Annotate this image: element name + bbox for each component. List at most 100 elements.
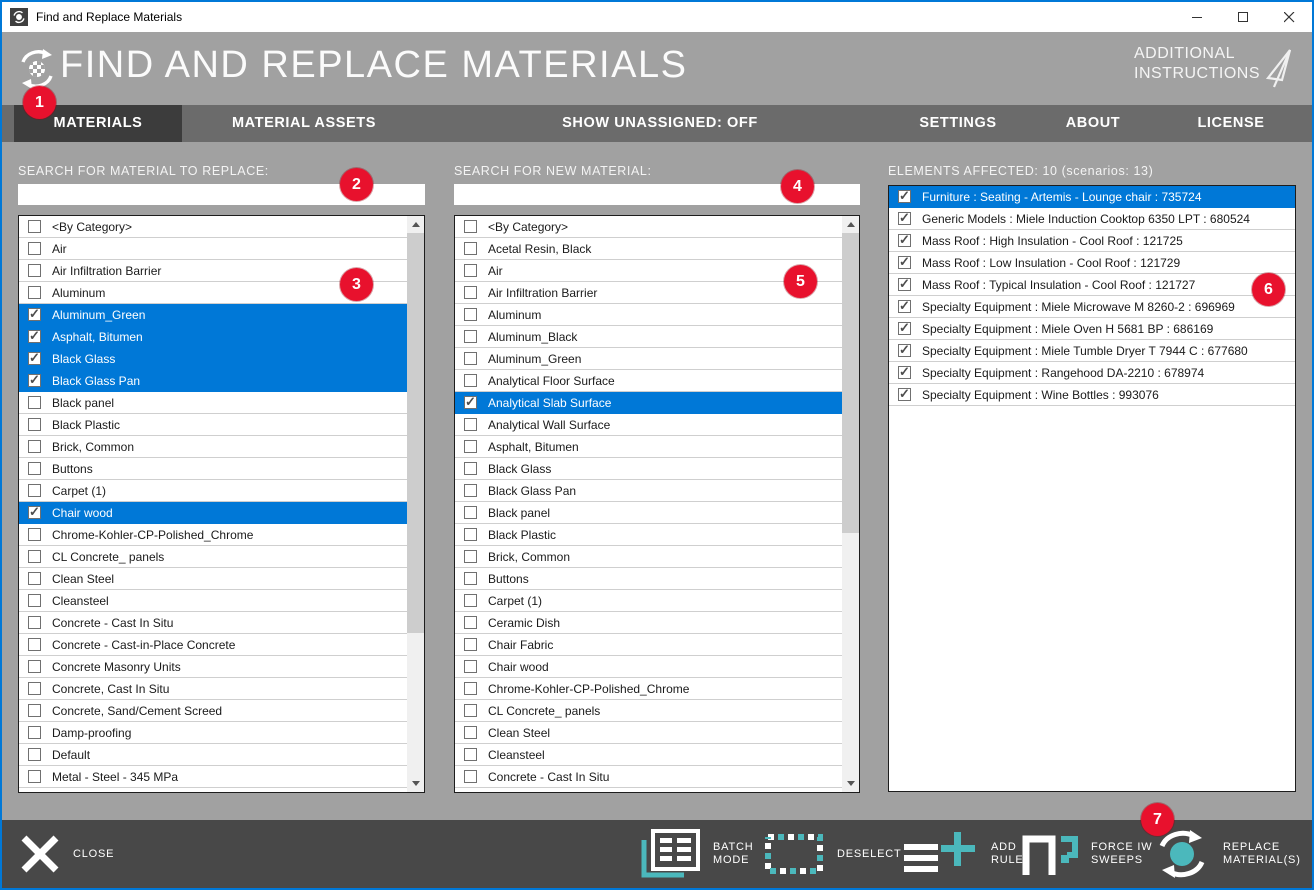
tab-license[interactable]: LICENSE (1160, 105, 1302, 142)
list-item[interactable]: Black Glass (455, 458, 842, 480)
checkbox-unchecked[interactable] (464, 594, 477, 607)
list-item[interactable]: Aluminum_Black (455, 326, 842, 348)
list-item[interactable]: Concrete Masonry Units (19, 656, 407, 678)
batch-mode-button[interactable]: BATCH MODE (638, 828, 753, 880)
close-button[interactable]: CLOSE (20, 834, 114, 874)
checkbox-unchecked[interactable] (464, 440, 477, 453)
list-item[interactable]: Mass Roof : Typical Insulation - Cool Ro… (889, 274, 1295, 296)
checkbox-unchecked[interactable] (464, 660, 477, 673)
tab-material-assets[interactable]: MATERIAL ASSETS (209, 105, 399, 142)
checkbox-checked[interactable] (898, 234, 911, 247)
scroll-up-button[interactable] (842, 216, 859, 233)
checkbox-unchecked[interactable] (464, 374, 477, 387)
list-item[interactable]: Metal - Steel - 345 MPa (19, 766, 407, 788)
list-item[interactable]: Analytical Wall Surface (455, 414, 842, 436)
list-item[interactable]: Brick, Common (19, 436, 407, 458)
add-rule-button[interactable]: ADD RULE (902, 830, 1024, 878)
checkbox-unchecked[interactable] (464, 484, 477, 497)
scrollbar-thumb[interactable] (842, 233, 859, 533)
tab-show-unassigned[interactable]: SHOW UNASSIGNED: OFF (507, 105, 813, 142)
list-item[interactable]: Aluminum_Green (455, 348, 842, 370)
checkbox-unchecked[interactable] (28, 594, 41, 607)
list-item[interactable]: <By Category> (455, 216, 842, 238)
checkbox-unchecked[interactable] (28, 550, 41, 563)
checkbox-checked[interactable] (28, 352, 41, 365)
checkbox-unchecked[interactable] (28, 704, 41, 717)
list-item[interactable]: Analytical Floor Surface (455, 370, 842, 392)
list-item[interactable]: Concrete - Cast In Situ (455, 766, 842, 788)
checkbox-unchecked[interactable] (464, 418, 477, 431)
scroll-down-button[interactable] (407, 775, 424, 792)
list-item[interactable]: Concrete - Cast In Situ (19, 612, 407, 634)
checkbox-checked[interactable] (898, 322, 911, 335)
list-item[interactable]: Chair wood (455, 656, 842, 678)
list-item[interactable]: Black panel (455, 502, 842, 524)
checkbox-unchecked[interactable] (28, 418, 41, 431)
checkbox-unchecked[interactable] (464, 220, 477, 233)
close-window-button[interactable] (1266, 2, 1312, 32)
list-item[interactable]: Cleansteel (19, 590, 407, 612)
list-item[interactable]: Specialty Equipment : Rangehood DA-2210 … (889, 362, 1295, 384)
deselect-button[interactable]: DESELECT (764, 833, 901, 875)
list-item[interactable]: Chair wood (19, 502, 407, 524)
list-item[interactable]: Furniture : Seating - Artemis - Lounge c… (889, 186, 1295, 208)
list-item[interactable]: Black Glass (19, 348, 407, 370)
list-item[interactable]: Carpet (1) (19, 480, 407, 502)
maximize-button[interactable] (1220, 2, 1266, 32)
checkbox-unchecked[interactable] (464, 308, 477, 321)
checkbox-unchecked[interactable] (464, 330, 477, 343)
checkbox-unchecked[interactable] (28, 286, 41, 299)
list-item[interactable]: Brick, Common (455, 546, 842, 568)
checkbox-unchecked[interactable] (28, 638, 41, 651)
list-item[interactable]: Buttons (19, 458, 407, 480)
tab-settings[interactable]: SETTINGS (878, 105, 1038, 142)
checkbox-unchecked[interactable] (464, 748, 477, 761)
checkbox-unchecked[interactable] (28, 242, 41, 255)
checkbox-checked[interactable] (898, 256, 911, 269)
checkbox-unchecked[interactable] (464, 704, 477, 717)
list-item[interactable]: Black Plastic (19, 414, 407, 436)
list-item[interactable]: Acetal Resin, Black (455, 238, 842, 260)
checkbox-unchecked[interactable] (464, 506, 477, 519)
list-item[interactable]: Carpet (1) (455, 590, 842, 612)
checkbox-checked[interactable] (898, 388, 911, 401)
list-item[interactable]: Aluminum (455, 304, 842, 326)
list-item[interactable]: Ceramic Dish (455, 612, 842, 634)
checkbox-unchecked[interactable] (464, 638, 477, 651)
checkbox-unchecked[interactable] (28, 770, 41, 783)
list-item[interactable]: Specialty Equipment : Miele Oven H 5681 … (889, 318, 1295, 340)
checkbox-checked[interactable] (898, 366, 911, 379)
list-item[interactable]: Specialty Equipment : Miele Microwave M … (889, 296, 1295, 318)
checkbox-unchecked[interactable] (464, 462, 477, 475)
list-item[interactable]: Chair Fabric (455, 634, 842, 656)
checkbox-unchecked[interactable] (464, 550, 477, 563)
checkbox-checked[interactable] (898, 278, 911, 291)
list-item[interactable]: CL Concrete_ panels (455, 700, 842, 722)
checkbox-unchecked[interactable] (28, 682, 41, 695)
list-item[interactable]: Black Glass Pan (19, 370, 407, 392)
scroll-up-button[interactable] (407, 216, 424, 233)
additional-instructions-link[interactable]: ADDITIONAL INSTRUCTIONS (1134, 44, 1260, 84)
list-item[interactable]: Black Plastic (455, 524, 842, 546)
checkbox-unchecked[interactable] (464, 726, 477, 739)
list-item[interactable]: Clean Steel (19, 568, 407, 590)
list-item[interactable]: Black Glass Pan (455, 480, 842, 502)
list-item[interactable]: Concrete, Sand/Cement Screed (19, 700, 407, 722)
checkbox-checked[interactable] (28, 330, 41, 343)
checkbox-checked[interactable] (28, 374, 41, 387)
checkbox-unchecked[interactable] (28, 440, 41, 453)
list-item[interactable]: Asphalt, Bitumen (455, 436, 842, 458)
checkbox-unchecked[interactable] (28, 484, 41, 497)
list-item[interactable]: Black panel (19, 392, 407, 414)
list-item[interactable]: Asphalt, Bitumen (19, 326, 407, 348)
checkbox-unchecked[interactable] (464, 682, 477, 695)
list-item[interactable]: Specialty Equipment : Wine Bottles : 993… (889, 384, 1295, 406)
checkbox-unchecked[interactable] (28, 528, 41, 541)
scrollbar[interactable] (842, 216, 859, 792)
checkbox-unchecked[interactable] (28, 220, 41, 233)
list-item[interactable]: Concrete, Cast In Situ (19, 678, 407, 700)
checkbox-unchecked[interactable] (28, 396, 41, 409)
list-item[interactable]: Analytical Slab Surface (455, 392, 842, 414)
checkbox-unchecked[interactable] (464, 572, 477, 585)
checkbox-unchecked[interactable] (28, 264, 41, 277)
